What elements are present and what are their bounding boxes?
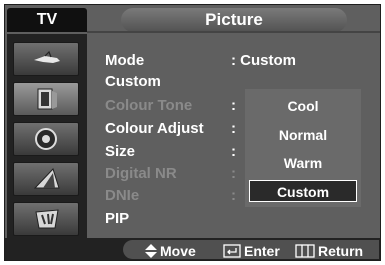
- colour-adjust-colon: :: [231, 120, 236, 137]
- menu-item-custom[interactable]: Custom: [105, 73, 161, 91]
- menu-item-mode[interactable]: Mode: [105, 52, 144, 70]
- page-title: Picture: [121, 8, 347, 32]
- footer-hints: Move Enter Return: [123, 240, 379, 259]
- sidebar-item-setup[interactable]: [13, 202, 79, 236]
- setup-icon: [35, 209, 59, 229]
- tv-tab[interactable]: TV: [7, 8, 87, 32]
- mode-value: : Custom: [231, 52, 296, 69]
- osd-menu: TV Picture Mode: Custom Custom Colour T…: [4, 4, 381, 261]
- sidebar: [7, 34, 87, 242]
- option-warm[interactable]: Warm: [249, 152, 357, 174]
- enter-icon: [223, 244, 241, 258]
- antenna-icon: [34, 50, 60, 63]
- return-hint: Return: [295, 242, 363, 260]
- sound-icon: [35, 128, 57, 150]
- enter-label: Enter: [244, 243, 280, 259]
- digital-nr-colon: :: [231, 165, 236, 182]
- size-colon: :: [231, 143, 236, 160]
- sidebar-item-sound[interactable]: [13, 122, 79, 156]
- return-icon: [295, 244, 315, 258]
- move-label: Move: [160, 243, 196, 259]
- option-normal[interactable]: Normal: [249, 124, 357, 146]
- up-down-arrow-icon: [145, 244, 157, 258]
- menu-item-colour-adjust[interactable]: Colour Adjust: [105, 120, 204, 138]
- enter-hint: Enter: [223, 242, 280, 260]
- footer-bar: Move Enter Return: [5, 238, 380, 260]
- menu-item-pip[interactable]: PIP: [105, 210, 129, 228]
- sidebar-item-input[interactable]: [13, 42, 79, 76]
- sidebar-item-channel[interactable]: [13, 162, 79, 196]
- picture-icon: [37, 88, 57, 110]
- title-divider: [87, 31, 380, 33]
- menu-item-digital-nr[interactable]: Digital NR: [105, 165, 177, 183]
- menu-item-size[interactable]: Size: [105, 143, 135, 161]
- menu-item-dnie[interactable]: DNIe: [105, 187, 139, 205]
- option-custom[interactable]: Custom: [249, 180, 357, 202]
- return-label: Return: [318, 243, 364, 259]
- sidebar-item-picture[interactable]: [13, 82, 79, 116]
- channel-icon: [33, 168, 60, 189]
- option-cool[interactable]: Cool: [249, 95, 357, 117]
- colour-tone-dropdown: Cool Normal Warm Custom: [245, 89, 361, 207]
- colour-tone-colon: :: [231, 97, 236, 114]
- menu-item-colour-tone[interactable]: Colour Tone: [105, 97, 192, 115]
- dnie-colon: :: [231, 187, 236, 204]
- move-hint: Move: [145, 242, 196, 260]
